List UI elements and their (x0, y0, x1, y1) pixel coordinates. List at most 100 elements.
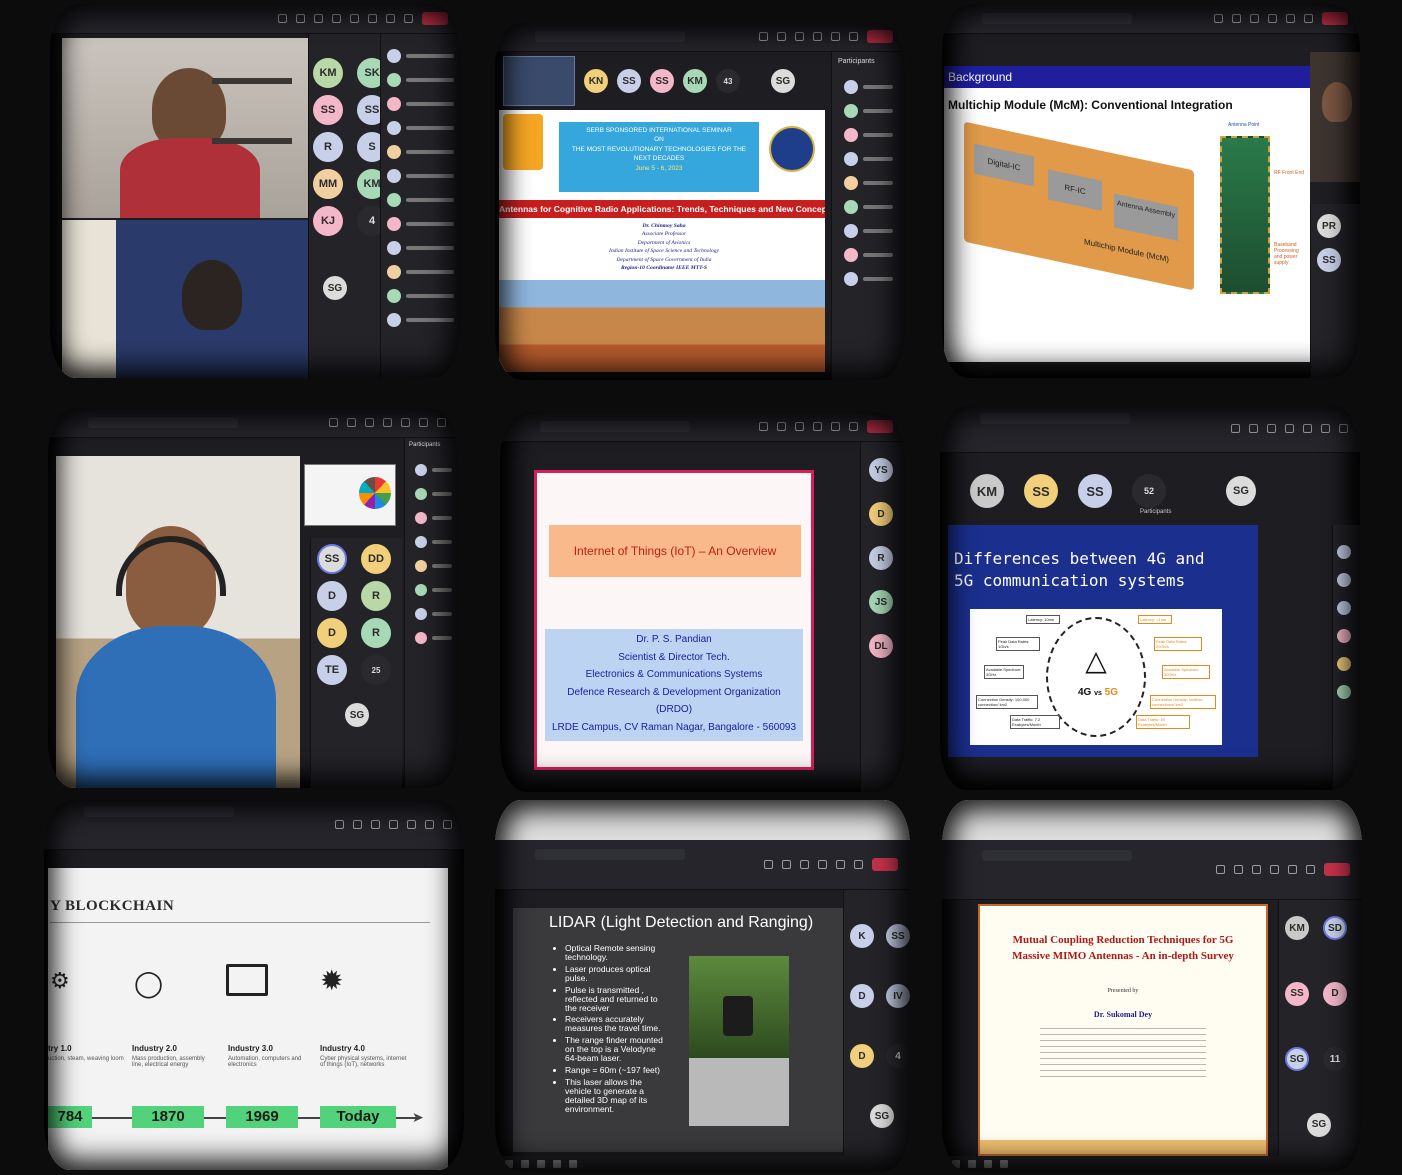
list-item[interactable] (381, 116, 460, 140)
more-icon[interactable] (1339, 424, 1348, 433)
raise-hand-icon[interactable] (1250, 14, 1259, 23)
participant-avatar[interactable]: KN (584, 69, 608, 93)
self-avatar[interactable]: SG (870, 1104, 894, 1128)
view-icon[interactable] (383, 418, 392, 427)
self-avatar[interactable]: SG (771, 69, 795, 93)
participant-avatar[interactable]: R (361, 618, 391, 648)
participant-avatar[interactable]: YS (869, 458, 893, 482)
participant-avatar[interactable]: 11 (1323, 1047, 1347, 1071)
participant-avatar[interactable]: SS (1317, 248, 1341, 272)
leave-button[interactable] (422, 12, 448, 25)
raise-hand-icon[interactable] (795, 32, 804, 41)
chat-icon[interactable] (335, 820, 344, 829)
list-item[interactable] (381, 92, 460, 116)
chat-icon[interactable] (278, 14, 287, 23)
participant-avatar[interactable]: SS (1285, 981, 1309, 1006)
participant-avatar[interactable]: KM (313, 58, 343, 88)
participant-avatar[interactable] (1337, 685, 1351, 699)
participant-avatar[interactable]: SS (650, 69, 674, 93)
participant-avatar[interactable]: TE (317, 655, 347, 685)
camera-icon[interactable] (831, 422, 840, 431)
leave-button[interactable] (867, 30, 893, 43)
chat-icon[interactable] (1214, 14, 1223, 23)
self-avatar[interactable]: SG (1226, 476, 1256, 506)
view-icon[interactable] (389, 820, 398, 829)
chat-icon[interactable] (764, 860, 773, 869)
list-item[interactable] (409, 506, 454, 530)
taskbar-app-icon[interactable] (968, 1160, 976, 1168)
taskbar-app-icon[interactable] (537, 1160, 545, 1168)
list-item[interactable] (409, 458, 454, 482)
view-icon[interactable] (1268, 14, 1277, 23)
list-item[interactable] (381, 308, 460, 332)
participant-avatar[interactable]: JS (869, 590, 893, 614)
participant-avatar[interactable]: DD (361, 544, 391, 574)
participant-avatar[interactable] (1337, 657, 1351, 671)
self-avatar[interactable]: SG (345, 703, 369, 727)
participant-avatar[interactable]: 4 (886, 1044, 910, 1068)
search-input[interactable] (982, 13, 1132, 24)
people-icon[interactable] (1232, 14, 1241, 23)
search-input[interactable] (88, 417, 238, 428)
participant-avatar[interactable]: D (850, 984, 874, 1008)
list-item[interactable] (838, 99, 899, 123)
raise-hand-icon[interactable] (1267, 424, 1276, 433)
list-item[interactable] (838, 171, 899, 195)
mic-icon[interactable] (1304, 14, 1313, 23)
self-avatar[interactable]: SG (1307, 1112, 1331, 1137)
view-icon[interactable] (332, 14, 341, 23)
participant-avatar[interactable]: SS (1024, 474, 1058, 508)
mic-icon[interactable] (849, 32, 858, 41)
view-icon[interactable] (813, 422, 822, 431)
list-item[interactable] (381, 68, 460, 92)
participant-avatar[interactable]: PR (1317, 214, 1341, 238)
participant-avatar[interactable]: SS (313, 95, 343, 125)
mic-icon[interactable] (854, 860, 863, 869)
participant-avatar[interactable]: D (850, 1044, 874, 1068)
apps-icon[interactable] (1321, 424, 1330, 433)
view-icon[interactable] (818, 860, 827, 869)
participant-avatar[interactable]: MM (313, 169, 343, 199)
search-input[interactable] (980, 413, 1130, 424)
participant-avatar[interactable]: D (317, 581, 347, 611)
camera-icon[interactable] (368, 14, 377, 23)
raise-hand-icon[interactable] (365, 418, 374, 427)
start-icon[interactable] (952, 1160, 960, 1168)
participant-avatar[interactable]: KJ (313, 206, 343, 236)
participant-avatar[interactable]: KM (970, 474, 1004, 508)
view-icon[interactable] (813, 32, 822, 41)
participant-avatar[interactable] (1337, 629, 1351, 643)
participant-avatar[interactable]: KM (683, 69, 707, 93)
self-avatar[interactable]: SG (323, 276, 347, 300)
raise-hand-icon[interactable] (800, 860, 809, 869)
list-item[interactable] (409, 530, 454, 554)
participant-avatar[interactable]: SG (1285, 1047, 1309, 1071)
qa-icon[interactable] (1303, 424, 1312, 433)
participant-avatar[interactable]: K (850, 924, 874, 948)
participant-avatar[interactable]: D (317, 618, 347, 648)
raise-hand-icon[interactable] (371, 820, 380, 829)
search-input[interactable] (540, 421, 690, 432)
list-item[interactable] (409, 602, 454, 626)
list-item[interactable] (409, 554, 454, 578)
apps-icon[interactable] (401, 418, 410, 427)
search-input[interactable] (84, 806, 234, 817)
list-item[interactable] (409, 482, 454, 506)
list-item[interactable] (838, 147, 899, 171)
chat-icon[interactable] (759, 32, 768, 41)
leave-button[interactable] (1322, 12, 1348, 25)
list-item[interactable] (409, 578, 454, 602)
camera-icon[interactable] (1286, 14, 1295, 23)
participant-avatar[interactable]: KM (1285, 916, 1309, 940)
people-icon[interactable] (1249, 424, 1258, 433)
search-input[interactable] (982, 850, 1132, 861)
taskbar-app-icon[interactable] (1000, 1160, 1008, 1168)
leave-button[interactable] (867, 420, 893, 433)
participant-avatar[interactable] (1337, 545, 1351, 559)
list-item[interactable] (381, 140, 460, 164)
camera-icon[interactable] (1288, 865, 1297, 874)
taskbar-app-icon[interactable] (569, 1160, 577, 1168)
chat-icon[interactable] (1231, 424, 1240, 433)
mic-icon[interactable] (1306, 865, 1315, 874)
list-item[interactable] (838, 243, 899, 267)
